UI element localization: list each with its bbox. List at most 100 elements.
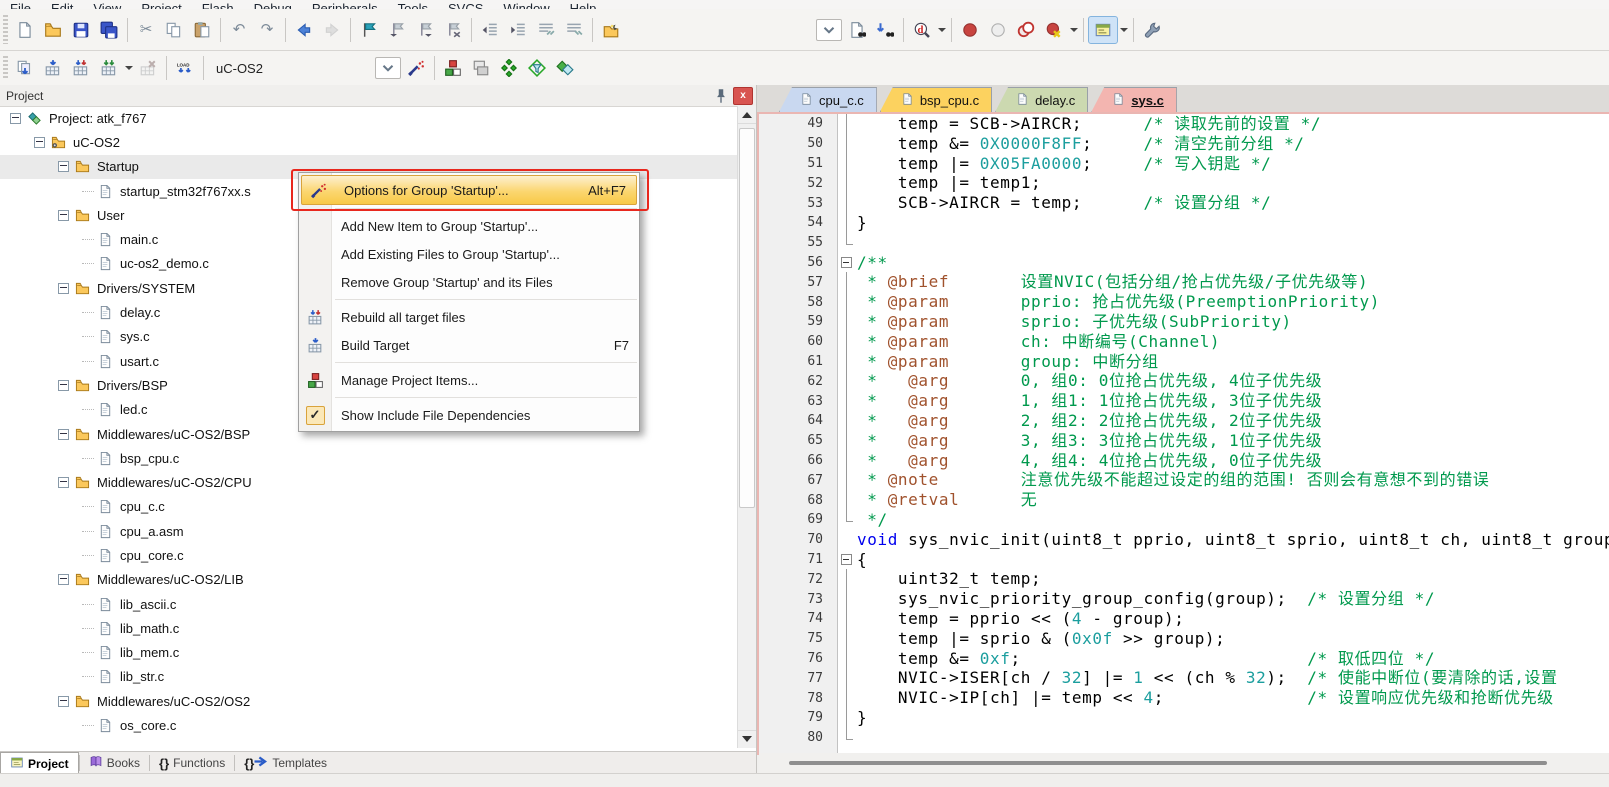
pack-installer-icon[interactable] bbox=[495, 55, 523, 81]
menu-item-debug[interactable]: Debug bbox=[244, 1, 302, 9]
code-text[interactable]: } bbox=[857, 708, 867, 728]
indent-right-icon[interactable] bbox=[504, 17, 532, 43]
tree-item-middlewares-uc-os2-os2[interactable]: Middlewares/uC-OS2/OS2 bbox=[0, 689, 737, 713]
code-text[interactable]: } bbox=[857, 213, 867, 233]
code-text[interactable]: */ bbox=[857, 510, 888, 530]
toolbar-grip[interactable] bbox=[3, 56, 8, 80]
manage-components-icon[interactable] bbox=[439, 55, 467, 81]
build-icon[interactable] bbox=[39, 55, 67, 81]
bookmark-clear-icon[interactable] bbox=[439, 17, 467, 43]
debug-windows-icon[interactable] bbox=[1088, 16, 1118, 44]
code-text[interactable]: * @brief 设置NVIC(包括分组/抢占优先级/子优先级等) bbox=[857, 272, 1368, 292]
rebuild-icon[interactable] bbox=[67, 55, 95, 81]
target-select-value[interactable]: uC-OS2 bbox=[208, 61, 374, 76]
menu-item-add-existing-files-to-group-startup[interactable]: Add Existing Files to Group 'Startup'... bbox=[299, 240, 639, 268]
tree-item-cpu-c-c[interactable]: cpu_c.c bbox=[0, 495, 737, 519]
scroll-down-arrow[interactable] bbox=[738, 730, 756, 748]
tree-item-middlewares-uc-os2-cpu[interactable]: Middlewares/uC-OS2/CPU bbox=[0, 470, 737, 494]
expand-collapse-icon[interactable] bbox=[58, 696, 69, 707]
tree-item-uc-os2[interactable]: uC-OS2 bbox=[0, 130, 737, 154]
save-all-icon[interactable] bbox=[95, 17, 123, 43]
bottom-tab-templates[interactable]: {}Templates bbox=[235, 752, 336, 774]
code-text[interactable]: temp |= sprio & (0x0f >> group); bbox=[857, 629, 1225, 649]
expand-collapse-icon[interactable] bbox=[58, 429, 69, 440]
code-text[interactable]: temp |= temp1; bbox=[857, 173, 1041, 193]
save-icon[interactable] bbox=[67, 17, 95, 43]
wrench-icon[interactable] bbox=[1138, 17, 1166, 43]
load-flash-icon[interactable]: LOAD bbox=[171, 55, 199, 81]
tree-item-lib-str-c[interactable]: lib_str.c bbox=[0, 665, 737, 689]
expand-collapse-icon[interactable] bbox=[34, 137, 45, 148]
bottom-tab-books[interactable]: Books bbox=[80, 752, 149, 774]
code-text[interactable]: { bbox=[857, 550, 867, 570]
editor-tab-cpu_c-c[interactable]: cpu_c.c bbox=[779, 87, 877, 112]
menu-item-project[interactable]: Project bbox=[131, 1, 191, 9]
code-text[interactable]: SCB->AIRCR = temp; /* 设置分组 */ bbox=[857, 193, 1271, 213]
code-text[interactable]: * @arg 2, 组2: 2位抢占优先级, 2位子优先级 bbox=[857, 411, 1322, 431]
menu-item-svcs[interactable]: SVCS bbox=[438, 1, 493, 9]
menu-item-file[interactable]: File bbox=[0, 1, 41, 9]
manage-layers-icon[interactable] bbox=[467, 55, 495, 81]
code-text[interactable]: temp &= 0xf; /* 取低四位 */ bbox=[857, 649, 1435, 669]
code-text[interactable]: uint32_t temp; bbox=[857, 569, 1041, 589]
menu-item-peripherals[interactable]: Peripherals bbox=[302, 1, 388, 9]
code-text[interactable]: * @param group: 中断分组 bbox=[857, 352, 1159, 372]
tree-item-lib-math-c[interactable]: lib_math.c bbox=[0, 616, 737, 640]
debug-windows-dropdown-caret[interactable] bbox=[1118, 17, 1129, 43]
menu-item-edit[interactable]: Edit bbox=[41, 1, 83, 9]
scroll-thumb[interactable] bbox=[739, 128, 755, 508]
expand-collapse-icon[interactable] bbox=[58, 161, 69, 172]
code-text[interactable]: temp = SCB->AIRCR; /* 读取先前的设置 */ bbox=[857, 114, 1321, 134]
code-text[interactable]: void sys_nvic_init(uint8_t pprio, uint8_… bbox=[857, 530, 1609, 550]
find-in-files-icon[interactable] bbox=[843, 17, 871, 43]
bottom-tab-project[interactable]: Project bbox=[0, 752, 79, 774]
code-text[interactable]: * @param sprio: 子优先级(SubPriority) bbox=[857, 312, 1292, 332]
menu-item-add-new-item-to-group-startup[interactable]: Add New Item to Group 'Startup'... bbox=[299, 212, 639, 240]
expand-collapse-icon[interactable] bbox=[58, 283, 69, 294]
tree-item-cpu-a-asm[interactable]: cpu_a.asm bbox=[0, 519, 737, 543]
bookmark-flag-icon[interactable] bbox=[355, 17, 383, 43]
code-text[interactable]: * @arg 3, 组3: 3位抢占优先级, 1位子优先级 bbox=[857, 431, 1322, 451]
code-text[interactable]: NVIC->IP[ch] |= temp << 4; /* 设置响应优先级和抢断… bbox=[857, 688, 1554, 708]
pin-icon[interactable] bbox=[712, 88, 730, 104]
code-text[interactable]: * @arg 1, 组1: 1位抢占优先级, 3位子优先级 bbox=[857, 391, 1322, 411]
code-text[interactable]: sys_nvic_priority_group_config(group); /… bbox=[857, 589, 1435, 609]
edit-config-icon[interactable] bbox=[597, 17, 625, 43]
incremental-find-icon[interactable] bbox=[871, 17, 899, 43]
code-text[interactable]: * @param pprio: 抢占优先级(PreemptionPriority… bbox=[857, 292, 1380, 312]
code-text[interactable]: NVIC->ISER[ch / 32] |= 1 << (ch % 32); /… bbox=[857, 668, 1558, 688]
menu-item-options-for-group-startup[interactable]: Options for Group 'Startup'...Alt+F7 bbox=[301, 175, 637, 205]
hscroll-thumb[interactable] bbox=[789, 761, 1547, 765]
comment-icon[interactable] bbox=[532, 17, 560, 43]
tree-item-bsp-cpu-c[interactable]: bsp_cpu.c bbox=[0, 446, 737, 470]
menu-item-build-target[interactable]: Build TargetF7 bbox=[299, 331, 639, 359]
breakpoint-kill-all-icon[interactable] bbox=[1012, 17, 1040, 43]
target-select[interactable]: uC-OS2 bbox=[208, 61, 374, 76]
bottom-tab-functions[interactable]: {}Functions bbox=[150, 752, 234, 774]
expand-collapse-icon[interactable] bbox=[58, 380, 69, 391]
tree-scrollbar[interactable] bbox=[737, 106, 756, 748]
menu-item-manage-project-items[interactable]: Manage Project Items... bbox=[299, 366, 639, 394]
fold-margin-collapse-icon[interactable] bbox=[837, 253, 857, 273]
code-text[interactable]: * @arg 0, 组0: 0位抢占优先级, 4位子优先级 bbox=[857, 371, 1322, 391]
bookmark-prev-icon[interactable] bbox=[383, 17, 411, 43]
expand-collapse-icon[interactable] bbox=[58, 574, 69, 585]
menu-item-help[interactable]: Help bbox=[560, 1, 607, 9]
paste-icon[interactable] bbox=[188, 17, 216, 43]
breakpoint-disabled-icon[interactable] bbox=[984, 17, 1012, 43]
batch-build-dropdown-caret[interactable] bbox=[123, 55, 134, 81]
editor-tab-bsp_cpu-c[interactable]: bsp_cpu.c bbox=[880, 87, 992, 112]
batch-build-icon[interactable] bbox=[95, 55, 123, 81]
copy-icon[interactable] bbox=[160, 17, 188, 43]
open-folder-icon[interactable] bbox=[39, 17, 67, 43]
indent-left-icon[interactable] bbox=[476, 17, 504, 43]
expand-collapse-icon[interactable] bbox=[10, 113, 21, 124]
code-text[interactable]: * @retval 无 bbox=[857, 490, 1037, 510]
menu-item-tools[interactable]: Tools bbox=[388, 1, 438, 9]
breakpoint-disable-all-icon[interactable] bbox=[1040, 17, 1068, 43]
expand-collapse-icon[interactable] bbox=[58, 477, 69, 488]
undo-icon[interactable]: ↶ bbox=[225, 17, 253, 43]
code-text[interactable]: * @param ch: 中断编号(Channel) bbox=[857, 332, 1220, 352]
code-text[interactable]: temp |= 0X05FA0000; /* 写入钥匙 */ bbox=[857, 154, 1271, 174]
menu-item-rebuild-all-target-files[interactable]: Rebuild all target files bbox=[299, 303, 639, 331]
